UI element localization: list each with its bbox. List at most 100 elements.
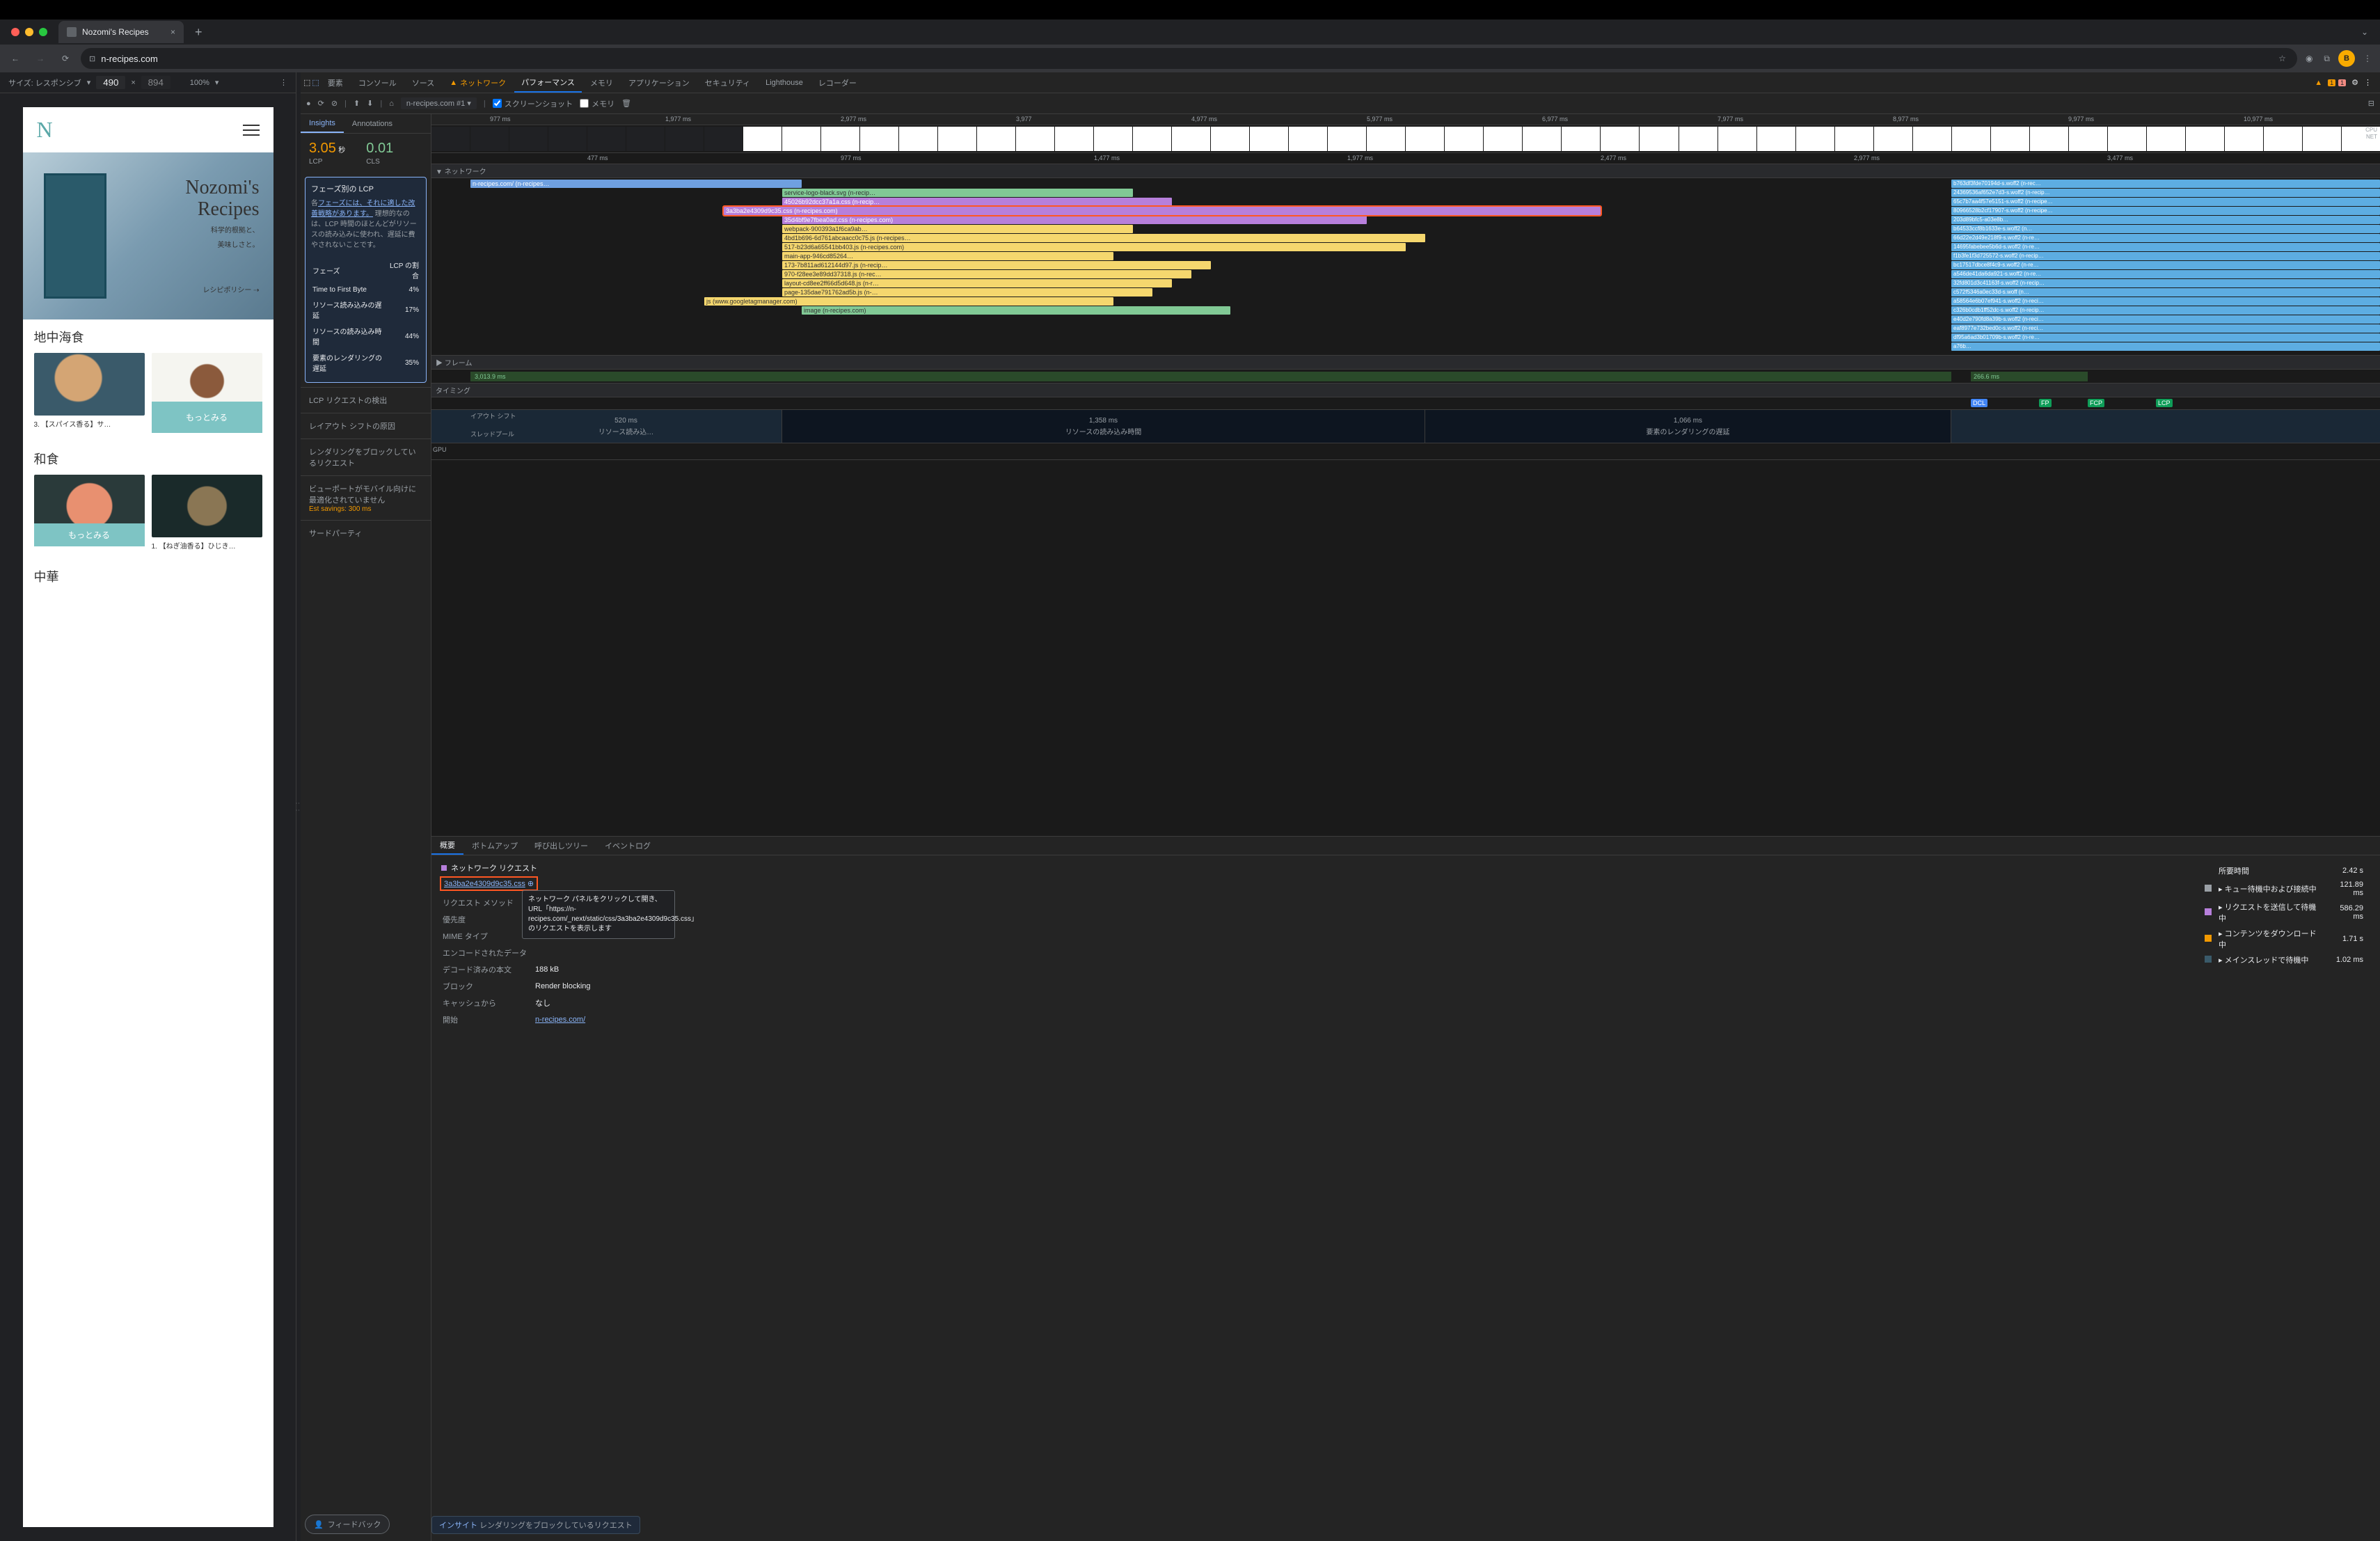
profile-avatar[interactable]: B	[2338, 50, 2355, 67]
phase-row[interactable]: 要素のレンダリングの遅延35%	[312, 350, 419, 375]
width-input[interactable]	[96, 76, 125, 89]
download-icon[interactable]: ⬇	[367, 99, 373, 108]
insight-item[interactable]: ビューポートがモバイル向けに最適化されていません Est savings: 30…	[301, 475, 431, 520]
tab-memory[interactable]: メモリ	[583, 72, 620, 93]
new-tab-button[interactable]: +	[189, 25, 208, 40]
tab-summary[interactable]: 概要	[431, 837, 463, 855]
recipe-card[interactable]: 3. 【スパイス香る】サ…	[34, 353, 145, 433]
tab-eventlog[interactable]: イベントログ	[596, 837, 659, 855]
site-logo[interactable]: N	[37, 117, 53, 143]
insight-item[interactable]: サードパーティ	[301, 520, 431, 546]
timing-track[interactable]: DCL FP FCP LCP	[431, 397, 2380, 410]
bookmark-icon[interactable]: ☆	[2276, 51, 2289, 66]
network-bar[interactable]: b763df3fde70194d-s.woff2 (n-rec…	[1951, 180, 2380, 188]
chevron-down-icon[interactable]: ⌄	[2355, 22, 2374, 42]
network-bar[interactable]: 14695fabebee5b6d-s.woff2 (n-re…	[1951, 243, 2380, 251]
track-header-network[interactable]: ▼ ネットワーク	[431, 164, 2380, 178]
network-bar[interactable]: a76b…	[1951, 342, 2380, 351]
network-bar[interactable]: 4bd1b696-6d761abcaacc0c75.js (n-recipes…	[782, 234, 1425, 242]
zoom-select[interactable]: 100%	[190, 79, 209, 87]
network-bar[interactable]: 32fd801d3c41163f-s.woff2 (n-recip…	[1951, 279, 2380, 287]
network-track[interactable]: n-recipes.com/ (n-recipes…service-logo-b…	[431, 178, 2380, 356]
phases-track[interactable]: イアウト シフト スレッドプール 520 msリソース読み込…1,358 msリ…	[431, 410, 2380, 443]
extensions-icon[interactable]: ⧉	[2321, 51, 2333, 67]
tab-annotations[interactable]: Annotations	[344, 114, 401, 133]
account-icon[interactable]: ◉	[2303, 51, 2315, 66]
network-bar[interactable]: 3a3ba2e4309d9c35.css (n-recipes.com)	[724, 207, 1601, 215]
track-header-frames[interactable]: ▶ フレーム	[431, 356, 2380, 370]
more-icon[interactable]: ⋮	[2364, 78, 2372, 87]
insight-item[interactable]: レンダリングをブロックしているリクエスト	[301, 438, 431, 475]
network-bar[interactable]: c326b0cdb1ff52dc-s.woff2 (n-recip…	[1951, 306, 2380, 315]
network-bar[interactable]: 970-f28ee3e89dd37318.js (n-rec…	[782, 270, 1191, 278]
minimize-window-icon[interactable]	[25, 28, 33, 36]
tab-network[interactable]: ▲ネットワーク	[443, 72, 513, 93]
network-bar[interactable]: e40d2e790fd8a39b-s.woff2 (n-reci…	[1951, 315, 2380, 324]
overview-strip[interactable]: CPU NET	[431, 125, 2380, 153]
collapse-icon[interactable]: ⊟	[2368, 99, 2374, 108]
tab-performance[interactable]: パフォーマンス	[514, 72, 582, 93]
tab-calltree[interactable]: 呼び出しツリー	[526, 837, 596, 855]
network-bar[interactable]: a546de41da6da921-s.woff2 (n-re…	[1951, 270, 2380, 278]
site-info-icon[interactable]: ⊡	[89, 54, 95, 63]
network-bar[interactable]: 80966528b2cf17907-s.woff2 (n-recipe…	[1951, 207, 2380, 215]
network-bar[interactable]: b64533ccf8b1633e-s.woff2 (n…	[1951, 225, 2380, 233]
timing-marker-fcp[interactable]: FCP	[2088, 399, 2104, 407]
feedback-button[interactable]: 👤 フィードバック	[305, 1515, 390, 1534]
tab-insights[interactable]: Insights	[301, 114, 344, 133]
network-bar[interactable]: df95a6ad3b01709b-s.woff2 (n-re…	[1951, 333, 2380, 342]
insight-item[interactable]: LCP リクエストの検出	[301, 387, 431, 413]
tab-elements[interactable]: 要素	[321, 72, 350, 93]
phase-block[interactable]: 1,066 ms要素のレンダリングの遅延	[1425, 410, 1951, 443]
lcp-metric[interactable]: 3.05 秒 LCP	[309, 141, 345, 166]
recipe-card[interactable]: もっとみる	[152, 353, 262, 433]
tab-sources[interactable]: ソース	[405, 72, 441, 93]
network-bar[interactable]: a58564e6b07ef941-s.woff2 (n-reci…	[1951, 297, 2380, 306]
tab-console[interactable]: コンソール	[351, 72, 404, 93]
frame-bar[interactable]: 266.6 ms	[1971, 372, 2088, 381]
hero-link[interactable]: レシピポリシー ⇢	[185, 284, 259, 294]
height-input[interactable]	[141, 76, 170, 89]
network-bar[interactable]: service-logo-black.svg (n-recip…	[782, 189, 1133, 197]
phase-row[interactable]: リソースの読み込み時間44%	[312, 324, 419, 349]
detail-ruler[interactable]: 477 ms977 ms1,477 ms1,977 ms2,477 ms2,97…	[431, 153, 2380, 164]
more-button[interactable]: もっとみる	[34, 523, 145, 546]
device-toggle-icon[interactable]: ⬚	[312, 78, 319, 87]
tab-lighthouse[interactable]: Lighthouse	[759, 72, 810, 93]
network-bar[interactable]: 66d22e2d49e218f9-s.woff2 (n-re…	[1951, 234, 2380, 242]
recipe-card[interactable]: 1. 【ねぎ油香る】ひじき…	[152, 475, 262, 551]
network-bar[interactable]: f1b3fe1f3d725572-s.woff2 (n-recip…	[1951, 252, 2380, 260]
timing-marker-dcl[interactable]: DCL	[1971, 399, 1988, 407]
device-size-label[interactable]: サイズ: レスポンシブ	[8, 77, 81, 88]
clear-icon[interactable]: ⊘	[331, 99, 338, 108]
phase-row[interactable]: リソース読み込みの遅延17%	[312, 297, 419, 322]
network-bar[interactable]: webpack-900393a1f6ca9ab…	[782, 225, 1133, 233]
initiator-link[interactable]: n-recipes.com/	[535, 1016, 585, 1024]
insight-pill[interactable]: インサイト レンダリングをブロックしているリクエスト	[431, 1516, 640, 1534]
tab-application[interactable]: アプリケーション	[621, 72, 697, 93]
url-bar[interactable]: ⊡ n-recipes.com ☆	[81, 48, 2297, 69]
network-bar[interactable]: 24369536af652e7d3-s.woff2 (n-recip…	[1951, 189, 2380, 197]
warning-icon[interactable]: ▲	[2315, 79, 2322, 87]
gear-icon[interactable]: ⚙	[2351, 78, 2358, 87]
network-bar[interactable]: 65c7b7aa4f57e5151-s.woff2 (n-recipe…	[1951, 198, 2380, 206]
network-bar[interactable]: js (www.googletagmanager.com)	[704, 297, 1113, 306]
tracks-area[interactable]: ▼ ネットワーク n-recipes.com/ (n-recipes…servi…	[431, 164, 2380, 836]
cls-metric[interactable]: 0.01 CLS	[366, 141, 393, 166]
record-icon[interactable]: ●	[306, 100, 311, 108]
recording-select[interactable]: n-recipes.com #1 ▾	[401, 97, 477, 109]
upload-icon[interactable]: ⬆	[354, 99, 360, 108]
recipe-card[interactable]: もっとみる	[34, 475, 145, 551]
network-bar[interactable]: page-135dae791762ad5b.js (n-…	[782, 288, 1152, 297]
maximize-window-icon[interactable]	[39, 28, 47, 36]
network-bar[interactable]: 35d4bf9e7fbea0ad.css (n-recipes.com)	[782, 216, 1367, 224]
request-url-link[interactable]: 3a3ba2e4309d9c35.css ⊕	[441, 878, 537, 890]
timing-marker-fp[interactable]: FP	[2039, 399, 2052, 407]
phase-block[interactable]: 1,358 msリソースの読み込み時間	[782, 410, 1425, 443]
reload-record-icon[interactable]: ⟳	[318, 99, 324, 108]
tab-bottomup[interactable]: ボトムアップ	[463, 837, 526, 855]
tab-recorder[interactable]: レコーダー	[811, 72, 864, 93]
network-bar[interactable]: n-recipes.com/ (n-recipes…	[470, 180, 802, 188]
frames-track[interactable]: 3,013.9 ms 266.6 ms	[431, 370, 2380, 384]
timing-marker-lcp[interactable]: LCP	[2156, 399, 2173, 407]
